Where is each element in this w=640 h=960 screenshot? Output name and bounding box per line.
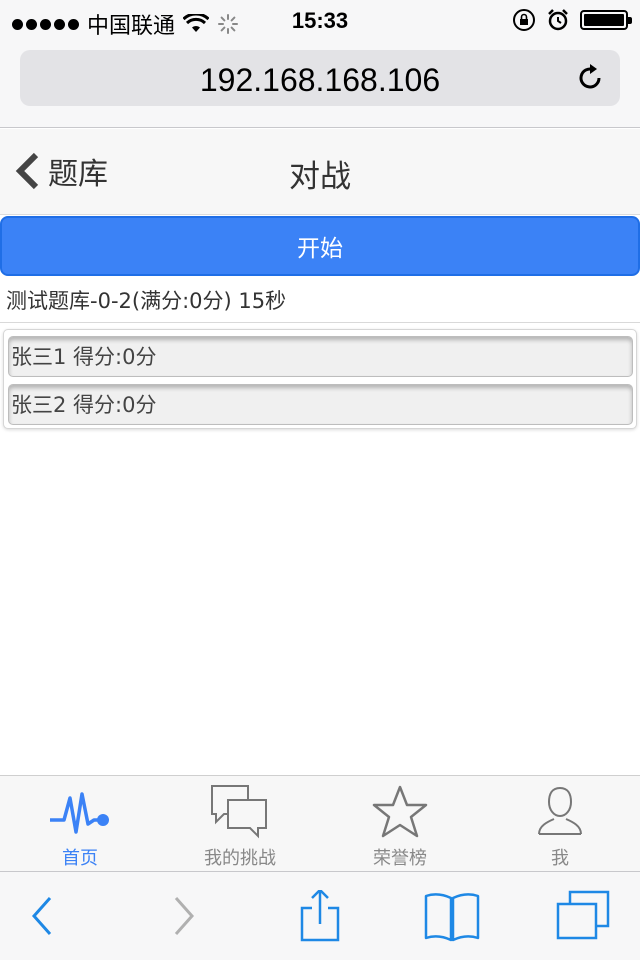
- player-row: 张三2 得分:0分: [8, 384, 633, 425]
- player-row: 张三1 得分:0分: [8, 336, 633, 377]
- alarm-icon: [548, 9, 568, 31]
- url-text[interactable]: 192.168.168.106: [20, 62, 620, 99]
- battery-icon: [580, 10, 632, 30]
- heartbeat-icon: [50, 792, 109, 834]
- user-icon: [538, 786, 582, 835]
- tab-me[interactable]: 我: [480, 776, 640, 872]
- tab-label: 我: [551, 848, 569, 869]
- tab-label: 首页: [62, 848, 98, 869]
- share-icon[interactable]: [290, 890, 350, 942]
- quiz-info: 测试题库-0-2(满分:0分) 15秒: [6, 289, 287, 313]
- tab-honor-list[interactable]: 荣誉榜: [320, 776, 480, 872]
- tab-label: 我的挑战: [204, 848, 276, 869]
- tab-home[interactable]: 首页: [0, 776, 160, 872]
- tabs-icon[interactable]: [552, 890, 612, 942]
- back-icon[interactable]: [14, 890, 74, 942]
- star-icon: [372, 785, 428, 838]
- chat-bubbles-icon: [211, 785, 267, 839]
- tab-my-challenges[interactable]: 我的挑战: [160, 776, 320, 872]
- player-list: 张三1 得分:0分 张三2 得分:0分: [3, 329, 637, 429]
- browser-address-area: 192.168.168.106: [0, 40, 640, 128]
- reload-icon[interactable]: [574, 62, 606, 94]
- forward-icon[interactable]: [152, 890, 212, 942]
- status-bar: 中国联通 15:33: [0, 0, 640, 40]
- orientation-lock-icon: [513, 9, 535, 31]
- browser-toolbar: [0, 871, 640, 960]
- bookmarks-icon[interactable]: [422, 890, 482, 942]
- page-header: 题库 对战: [0, 129, 640, 215]
- tab-bar: 首页 我的挑战 荣誉榜 我: [0, 775, 640, 871]
- tab-label: 荣誉榜: [373, 848, 427, 869]
- divider: [0, 322, 640, 323]
- page-title: 对战: [289, 159, 351, 195]
- start-button[interactable]: 开始: [0, 216, 640, 276]
- address-bar[interactable]: 192.168.168.106: [20, 50, 620, 106]
- status-right: [512, 8, 632, 32]
